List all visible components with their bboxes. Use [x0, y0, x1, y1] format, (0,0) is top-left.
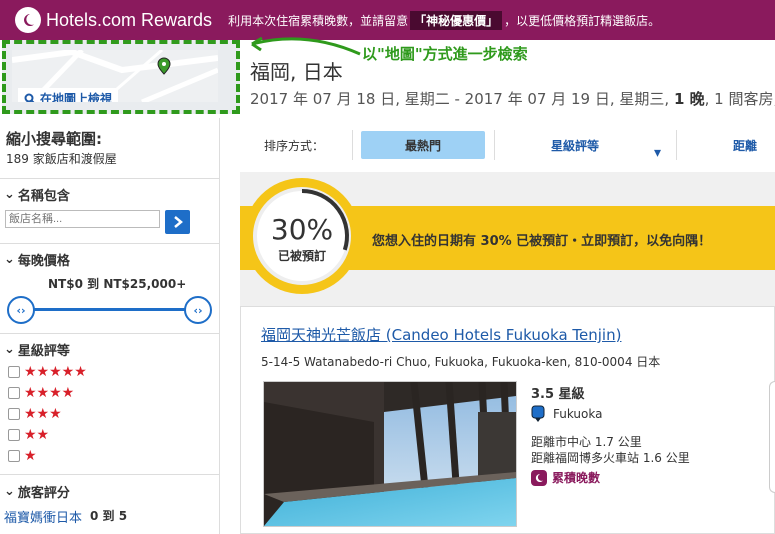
price-to: 到 — [87, 277, 100, 291]
guest-rating-label: 旅客評分 — [17, 486, 70, 501]
sort-tab-distance[interactable]: 距離 — [710, 131, 775, 159]
guest-min: 0 — [90, 509, 99, 523]
price-slider-track[interactable] — [20, 308, 200, 311]
hotel-location: Fukuoka — [531, 405, 602, 423]
guest-rating-section: ⌄ 旅客評分 — [0, 474, 220, 501]
hotel-card[interactable]: 福岡天神光芒飯店 (Candeo Hotels Fukuoka Tenjin) … — [240, 306, 775, 534]
view-on-map-label: 在地圖上檢視 — [40, 92, 113, 102]
guest-max: 5 — [118, 509, 128, 523]
hotel-star-rating: 3.5 星級 — [531, 387, 585, 402]
filter-sidebar: 縮小搜尋範圍: 189 家飯店和渡假屋 — [0, 118, 220, 534]
star-filter-option-1[interactable]: ★ — [8, 448, 37, 464]
star-filter-checkbox[interactable] — [8, 450, 20, 462]
star-icons: ★★ — [24, 427, 50, 443]
star-icons: ★★★★ — [24, 385, 75, 401]
sort-divider — [352, 130, 353, 160]
guest-link[interactable]: 福寶媽衝日本 — [4, 507, 82, 526]
collect-nights: 累積晚數 — [531, 469, 600, 486]
sort-divider — [494, 130, 495, 160]
hotel-photo-image — [264, 382, 516, 526]
hotel-photo[interactable] — [263, 381, 517, 527]
price-max: NT$25,000+ — [103, 277, 187, 291]
star-filter-checkbox[interactable] — [8, 366, 20, 378]
star-icons: ★★★ — [24, 406, 62, 422]
hotel-name-input[interactable] — [5, 210, 160, 228]
sort-tab-star-rating[interactable]: 星級評等 — [520, 131, 630, 159]
brand-name: Hotels.com Rewards — [46, 9, 213, 30]
price-panel-edge[interactable] — [769, 381, 775, 493]
promo-text-after: ，以更低價格預訂精選飯店。 — [504, 13, 661, 28]
rewards-icon — [531, 469, 547, 486]
stay-dates: 2017 年 07 月 18 日, 星期二 - 2017 年 07 月 19 日… — [250, 88, 775, 109]
name-filter-label: 名稱包含 — [17, 189, 70, 204]
rooms-count: , 1 間客房, — [704, 90, 775, 108]
star-filter-checkbox[interactable] — [8, 429, 20, 441]
search-icon — [24, 93, 35, 102]
price-filter-heading[interactable]: ⌄ 每晚價格 — [4, 250, 70, 269]
guest-to: 到 — [102, 509, 115, 523]
chevron-down-icon[interactable]: ▾ — [654, 145, 661, 161]
chevron-down-icon: ⌄ — [4, 484, 15, 499]
nights-count: 1 晚 — [673, 90, 705, 108]
chevron-down-icon: ⌄ — [4, 342, 15, 357]
name-filter-heading[interactable]: ⌄ 名稱包含 — [4, 185, 70, 204]
price-slider-min-handle[interactable]: ‹› — [7, 296, 35, 324]
star-filter-option-5[interactable]: ★★★★★ — [8, 364, 87, 380]
price-filter-section: ⌄ 每晚價格 — [0, 243, 220, 269]
promo-text-before: 利用本次住宿累積晚數，並請留意 — [228, 13, 409, 28]
star-filter-option-3[interactable]: ★★★ — [8, 406, 62, 422]
star-filter-section: ⌄ 星級評等 — [0, 333, 220, 359]
price-range-label: NT$0 到 NT$25,000+ — [48, 275, 186, 292]
booked-ring: 30% 已被預訂 — [244, 178, 360, 294]
hotel-address: 5-14-5 Watanabedo-ri Chuo, Fukuoka, Fuku… — [261, 355, 661, 369]
star-filter-checkbox[interactable] — [8, 408, 20, 420]
booked-progress-arc — [301, 189, 349, 251]
sort-label: 排序方式： — [264, 139, 325, 153]
sort-tab-popular[interactable]: 最熱門 — [361, 131, 485, 159]
guest-rating-heading[interactable]: ⌄ 旅客評分 — [4, 482, 70, 501]
price-slider-max-handle[interactable]: ‹› — [184, 296, 212, 324]
star-filter-heading[interactable]: ⌄ 星級評等 — [4, 340, 70, 359]
top-bar: Hotels.com Rewards 利用本次住宿累積晚數，並請留意 「神秘優惠… — [0, 0, 775, 40]
guest-rating-range: 0 到 5 — [90, 507, 127, 524]
name-search-button[interactable] — [165, 210, 190, 234]
star-filter-label: 星級評等 — [17, 344, 70, 359]
hotel-name-link[interactable]: 福岡天神光芒飯店 (Candeo Hotels Fukuoka Tenjin) — [261, 324, 621, 345]
hotels-logo-icon — [15, 7, 41, 33]
map-preview[interactable]: 在地圖上檢視 — [2, 40, 240, 114]
star-filter-checkbox[interactable] — [8, 387, 20, 399]
filter-title: 縮小搜尋範圍: — [6, 130, 102, 148]
booked-message: 您想入住的日期有 30% 已被預訂・立即預訂，以免向隅！ — [372, 234, 712, 249]
sort-bar: 排序方式： 最熱門 星級評等 ▾ 距離 — [240, 128, 775, 162]
price-filter-label: 每晚價格 — [17, 254, 70, 269]
star-filter-option-2[interactable]: ★★ — [8, 427, 49, 443]
booked-arc-fill — [301, 189, 349, 251]
destination-title: 福岡, 日本 — [250, 60, 343, 84]
sort-divider — [676, 130, 677, 160]
collect-nights-label: 累積晚數 — [552, 471, 601, 485]
hotel-location-name: Fukuoka — [553, 407, 603, 421]
star-icons: ★★★★★ — [24, 364, 87, 380]
view-on-map-link[interactable]: 在地圖上檢視 — [18, 88, 119, 102]
date-range: 2017 年 07 月 18 日, 星期二 - 2017 年 07 月 19 日… — [250, 90, 670, 108]
promo-message: 利用本次住宿累積晚數，並請留意 「神秘優惠價」 ，以更低價格預訂精選飯店。 — [228, 10, 661, 30]
star-icons: ★ — [24, 448, 37, 464]
distance-station: 距離福岡博多火車站 1.6 公里 — [531, 451, 690, 465]
results-main: 排序方式： 最熱門 星級評等 ▾ 距離 您想入住的日期有 30% 已被預訂・立即… — [240, 118, 775, 534]
result-count: 189 家飯店和渡假屋 — [6, 152, 117, 166]
chevron-right-icon — [173, 216, 183, 228]
promo-highlight[interactable]: 「神秘優惠價」 — [410, 10, 503, 30]
distance-city-center: 距離市中心 1.7 公里 — [531, 435, 642, 449]
price-min: NT$0 — [48, 277, 83, 291]
hotels-rewards-logo[interactable]: Hotels.com Rewards — [15, 7, 212, 33]
map-annotation: 以"地圖"方式進一步檢索 — [362, 45, 528, 63]
chevron-down-icon: ⌄ — [4, 187, 15, 202]
name-filter-section: ⌄ 名稱包含 — [0, 178, 220, 204]
star-filter-option-4[interactable]: ★★★★ — [8, 385, 74, 401]
chevron-down-icon: ⌄ — [4, 252, 15, 267]
location-pin-icon — [531, 405, 545, 422]
map-thumbnail[interactable]: 在地圖上檢視 — [12, 50, 218, 102]
